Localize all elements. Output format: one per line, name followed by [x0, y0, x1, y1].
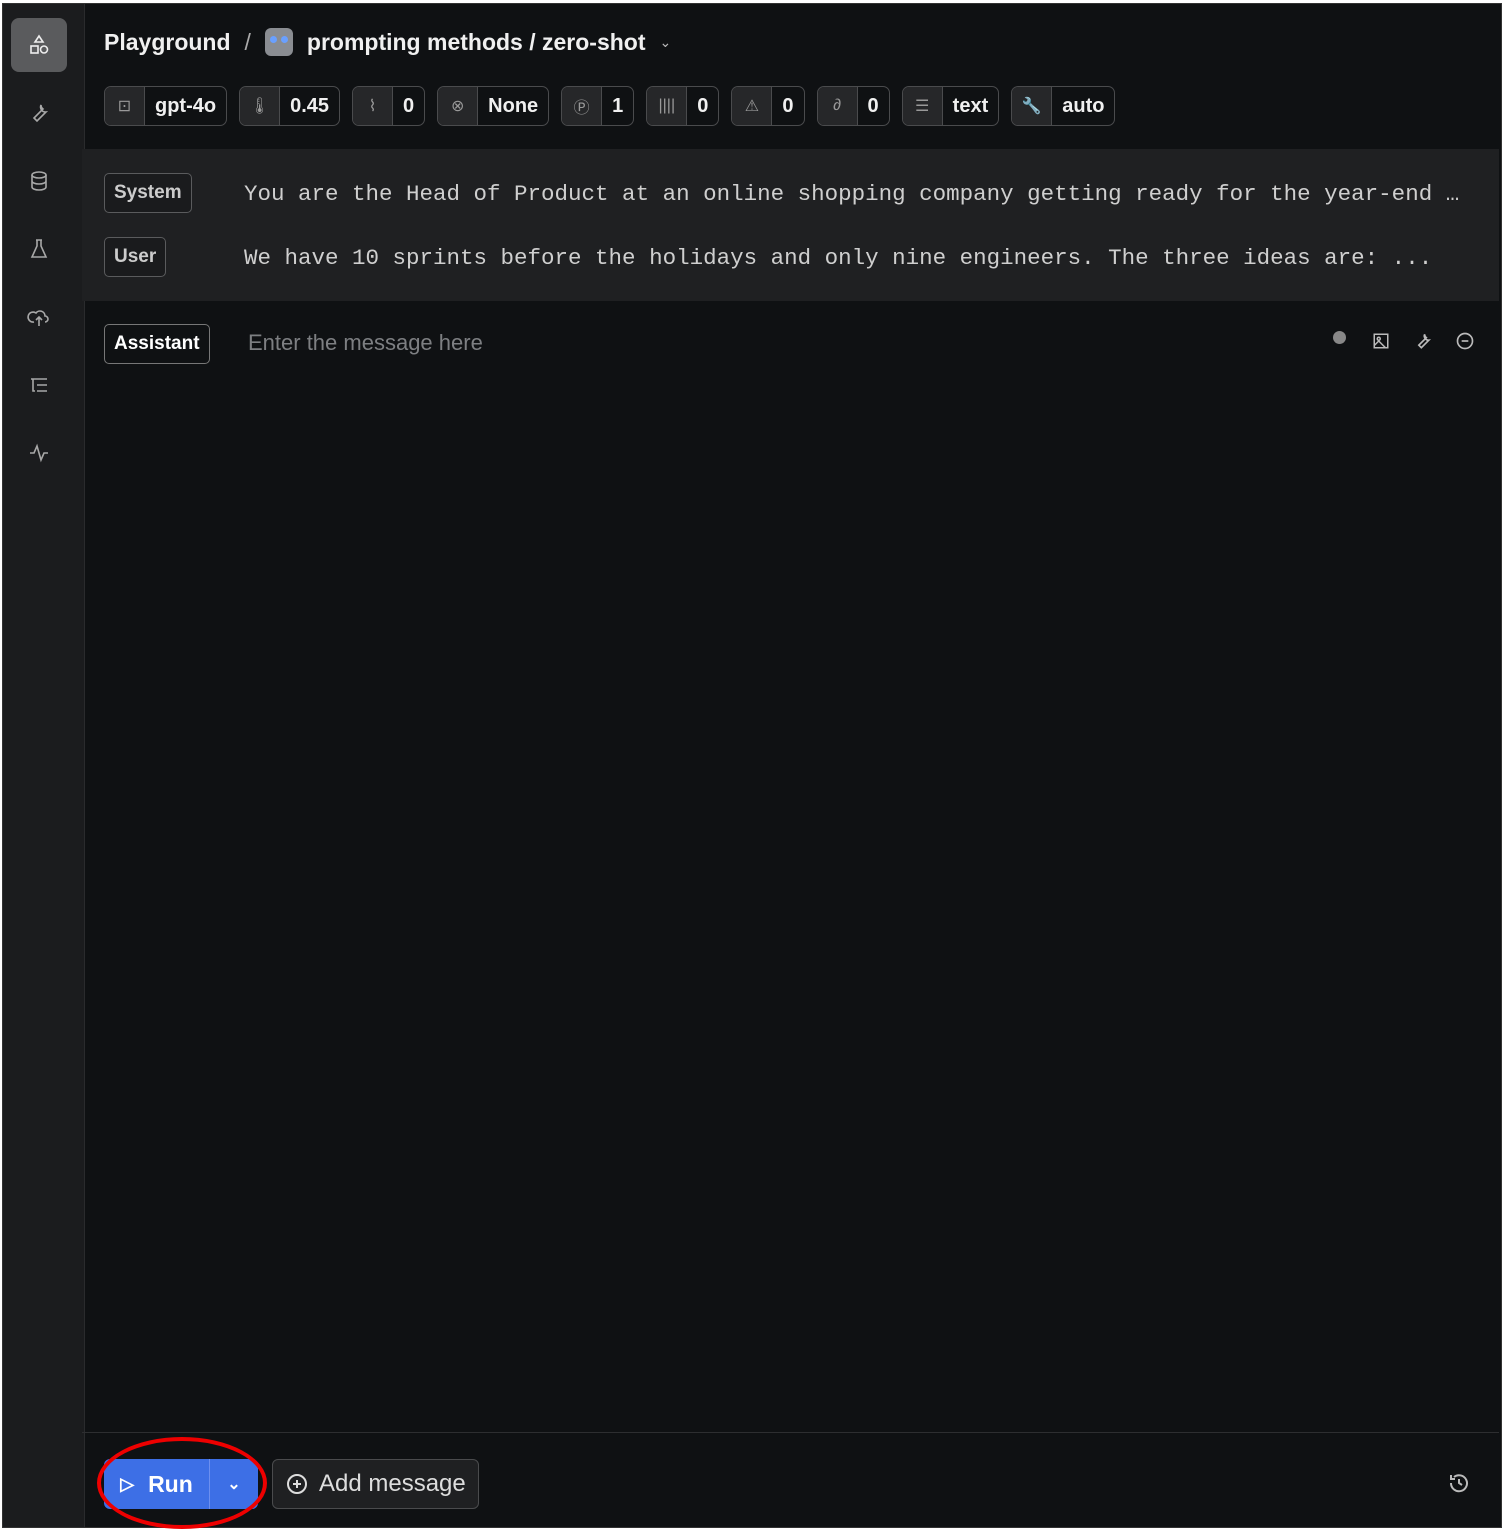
param-value: gpt-4o	[155, 94, 217, 117]
history-icon[interactable]	[1447, 1471, 1471, 1501]
sidebar-item-experiments[interactable]	[11, 222, 67, 276]
param-value: text	[952, 94, 989, 117]
sidebar-item-logs[interactable]	[11, 358, 67, 412]
cloud-upload-icon	[27, 310, 49, 326]
sidebar-item-deploy[interactable]	[11, 290, 67, 344]
param-link[interactable]: ∂ 0	[816, 86, 890, 126]
breadcrumb-playground[interactable]: Playground	[104, 29, 231, 56]
param-value: 0.45	[290, 94, 330, 117]
message-tools	[1328, 330, 1476, 352]
message-assistant: Assistant	[104, 324, 210, 364]
stop-icon: ⊗	[438, 87, 479, 125]
activity-icon	[30, 443, 48, 463]
param-value: 1	[612, 94, 624, 117]
param-value: None	[488, 94, 539, 117]
remove-message-icon[interactable]	[1454, 330, 1476, 352]
param-thermometer[interactable]: 🌡 0.45	[239, 86, 341, 126]
sidebar-item-datasets[interactable]	[11, 154, 67, 208]
param-value: auto	[1062, 94, 1105, 117]
siren-icon: ⚠	[732, 87, 773, 125]
assistant-message-input[interactable]: Enter the message here	[248, 330, 483, 356]
project-selector[interactable]: prompting methods / zero-shot	[307, 29, 646, 56]
param-chip[interactable]: ⊡ gpt-4o	[104, 86, 228, 126]
message-user-text[interactable]: We have 10 sprints before the holidays a…	[244, 245, 1464, 271]
footer-toolbar: ▷ Run ⌄ Add message	[82, 1432, 1499, 1524]
link-icon: ∂	[817, 87, 858, 125]
param-value: 0	[782, 94, 794, 117]
sidebar-item-monitoring[interactable]	[11, 426, 67, 480]
param-p-circle[interactable]: Ⓟ 1	[561, 86, 635, 126]
image-icon[interactable]	[1370, 330, 1392, 352]
chip-icon: ⊡	[105, 87, 145, 125]
message-user[interactable]: User	[104, 237, 167, 277]
wrench-icon: 🔧	[1012, 87, 1053, 125]
breadcrumb-separator: /	[244, 28, 251, 55]
breadcrumb: Playground / prompting methods / zero-sh…	[104, 28, 671, 56]
role-badge-assistant[interactable]: Assistant	[104, 324, 210, 364]
sidebar	[3, 4, 85, 1527]
plus-circle-icon	[287, 1474, 307, 1494]
param-format[interactable]: ☰ text	[901, 86, 1000, 126]
param-bars[interactable]: |||| 0	[646, 86, 720, 126]
shapes-icon	[30, 34, 49, 54]
sidebar-item-tools[interactable]	[11, 86, 67, 140]
add-message-label: Add message	[319, 1470, 466, 1497]
param-stop[interactable]: ⊗ None	[437, 86, 550, 126]
bars-icon: ||||	[647, 87, 688, 125]
add-message-button[interactable]: Add message	[272, 1459, 479, 1509]
status-dot-icon[interactable]	[1328, 326, 1350, 348]
sidebar-item-playground[interactable]	[11, 18, 67, 72]
flask-icon	[30, 239, 48, 258]
param-paperclip[interactable]: ⌇ 0	[352, 86, 426, 126]
model-params-bar: ⊡ gpt-4o 🌡 0.45 ⌇ 0 ⊗ None Ⓟ 1 |||| 0 ⚠ 0 ∂ 0 ☰ text 🔧 auto	[104, 86, 1116, 126]
format-icon: ☰	[902, 87, 943, 125]
thermometer-icon: 🌡	[240, 87, 281, 125]
param-wrench[interactable]: 🔧 auto	[1011, 86, 1116, 126]
param-siren[interactable]: ⚠ 0	[731, 86, 805, 126]
highlight-annotation	[97, 1437, 267, 1529]
robot-avatar-icon	[264, 28, 293, 56]
database-icon	[31, 171, 47, 191]
message-system-text[interactable]: You are the Head of Product at an online…	[244, 181, 1464, 207]
wrench-icon[interactable]	[1412, 330, 1434, 352]
paperclip-icon: ⌇	[353, 87, 394, 125]
chevron-down-icon[interactable]: ⌄	[660, 34, 672, 51]
param-value: 0	[403, 94, 415, 117]
param-value: 0	[697, 94, 709, 117]
param-value: 0	[867, 94, 879, 117]
p-circle-icon: Ⓟ	[562, 87, 603, 125]
role-badge-user[interactable]: User	[104, 237, 167, 277]
role-badge-system[interactable]: System	[104, 173, 192, 213]
wrench-icon	[32, 104, 49, 123]
message-system[interactable]: System	[104, 173, 192, 213]
message-list: System You are the Head of Product at an…	[82, 149, 1499, 301]
list-tree-icon	[31, 378, 47, 392]
